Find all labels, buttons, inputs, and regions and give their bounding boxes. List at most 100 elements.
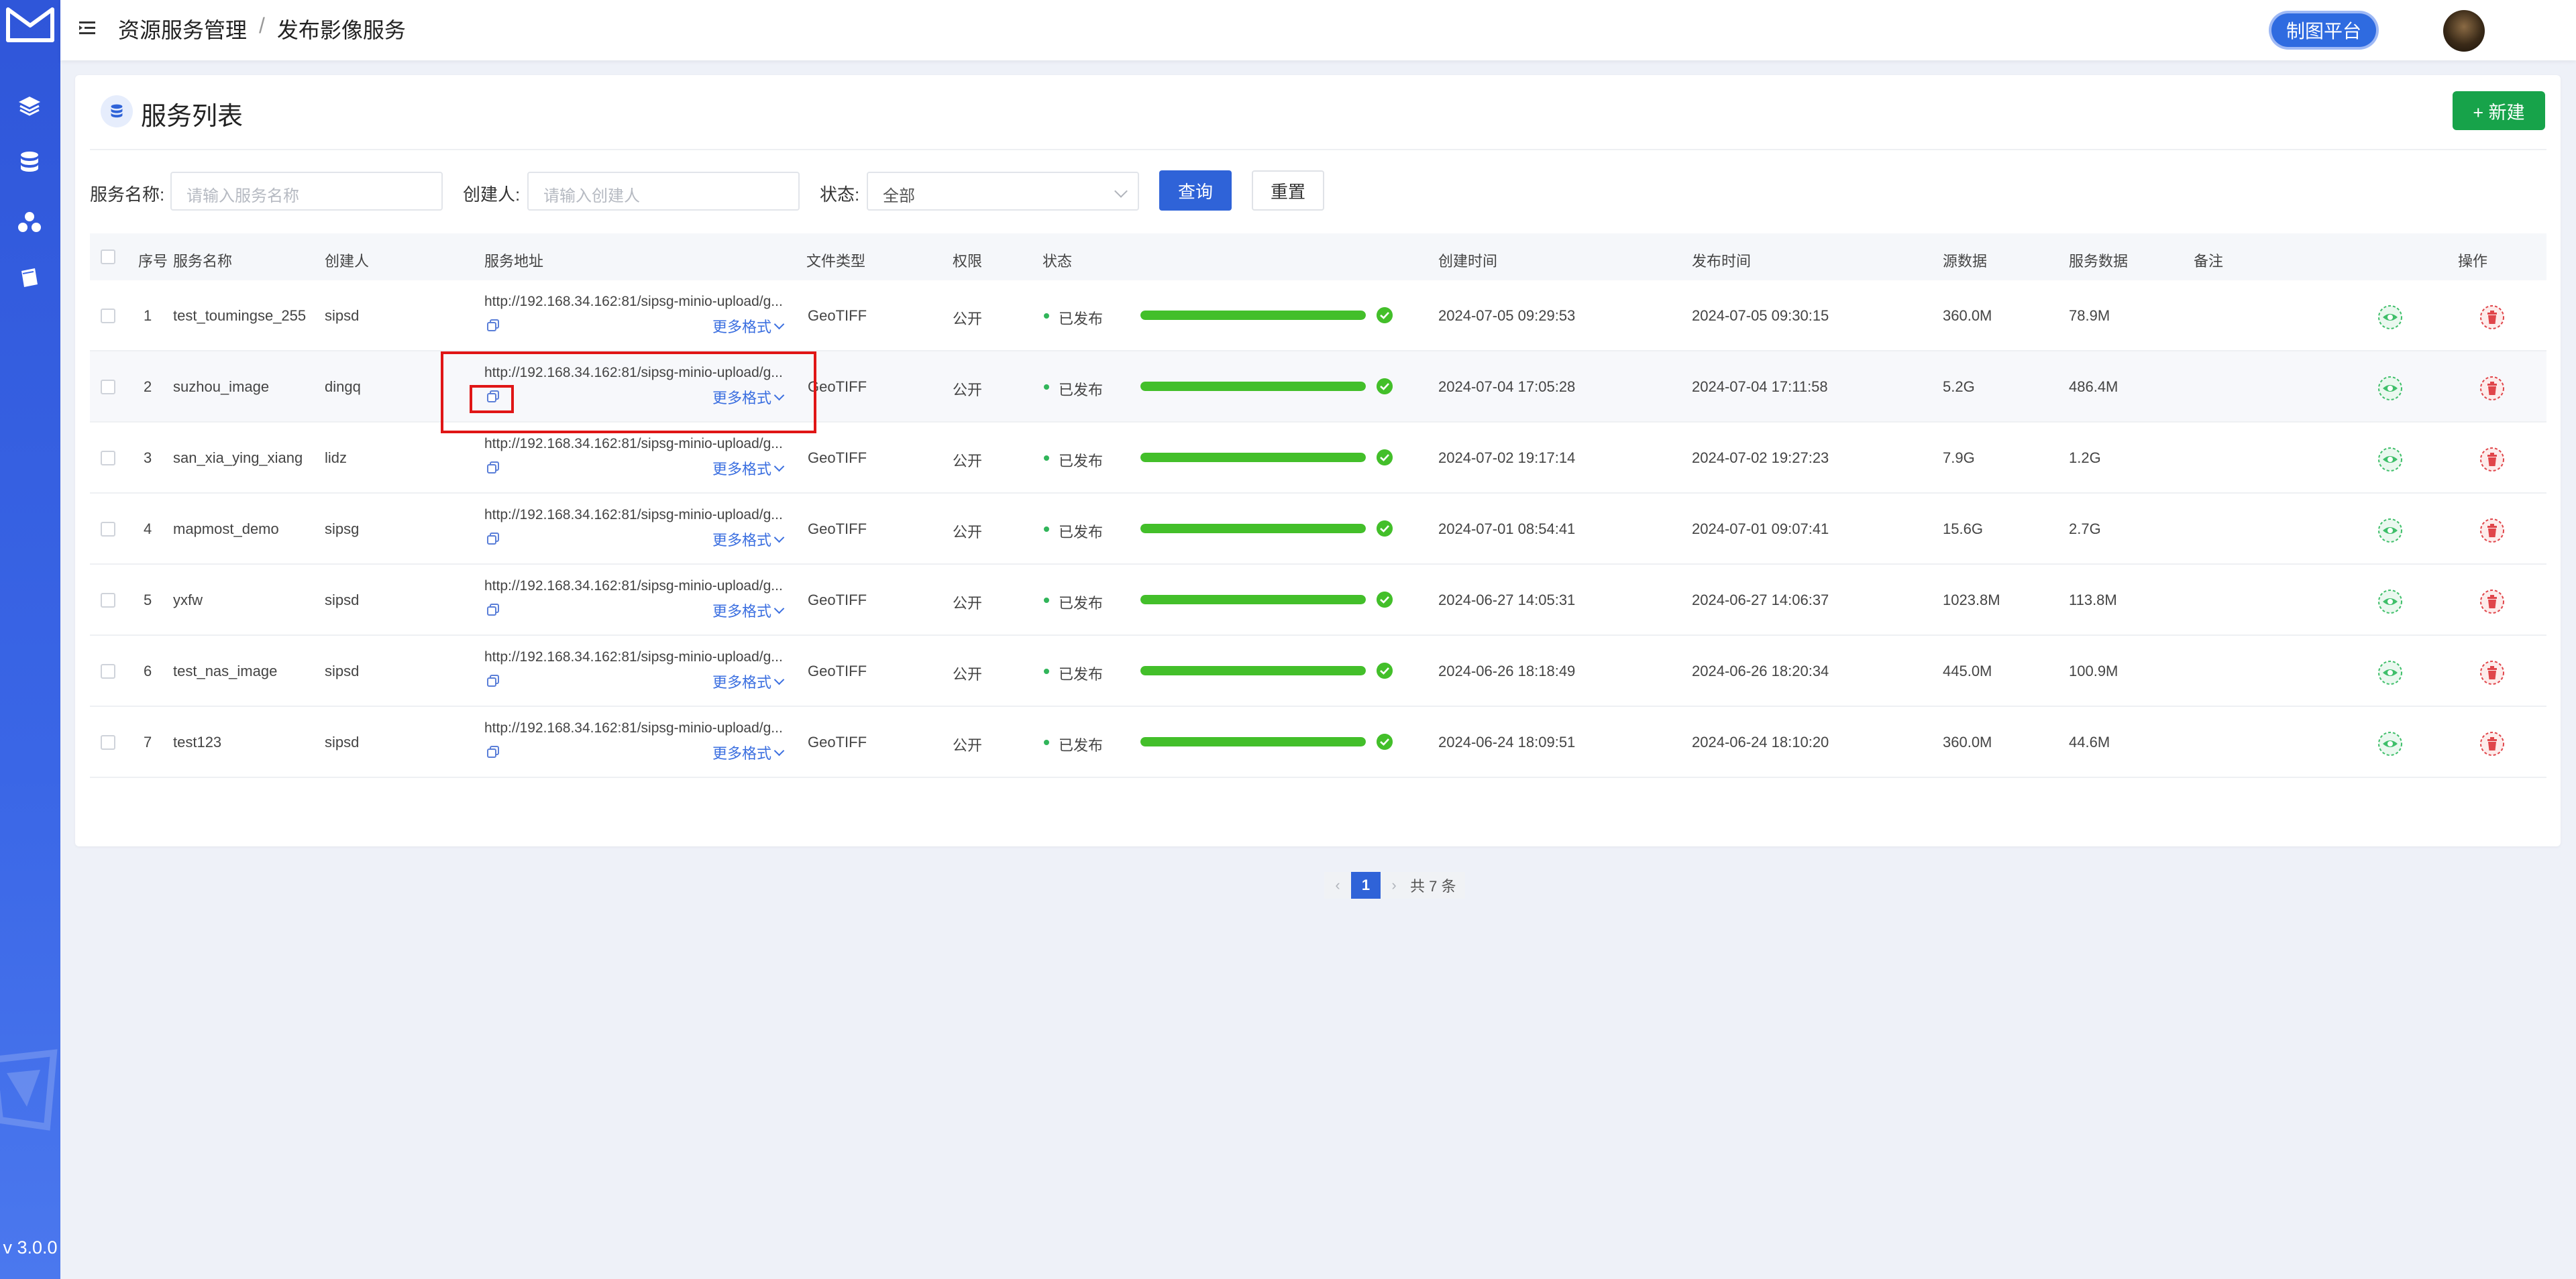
row-service-data: 113.8M [2069,592,2117,608]
sidebar: v 3.0.0 [0,0,60,1279]
row-created-time: 2024-07-02 19:17:14 [1438,449,1576,466]
col-source-data: 源数据 [1943,253,1988,270]
layers-icon[interactable] [16,93,43,119]
trash-icon[interactable] [2479,518,2505,543]
row-file-type: GeoTIFF [808,378,867,395]
row-checkbox[interactable] [101,664,115,679]
publish-progress-bar [1140,737,1366,746]
copy-icon[interactable] [486,531,500,546]
trash-icon[interactable] [2479,589,2505,614]
row-source-data: 1023.8M [1943,592,2000,608]
row-service-name: suzhou_image [173,378,270,395]
menu-fold-icon[interactable] [76,17,98,39]
row-creator: sipsd [325,592,360,608]
status-dot [1044,455,1049,461]
row-created-time: 2024-07-05 09:29:53 [1438,307,1576,324]
row-permission: 公开 [953,524,983,541]
row-checkbox[interactable] [101,735,115,750]
breadcrumb-item-resource[interactable]: 资源服务管理 [118,13,247,44]
creator-label: 创建人: [463,184,521,205]
service-name-label: 服务名称: [90,184,165,205]
check-circle-icon [1377,663,1393,679]
eye-icon[interactable] [2377,447,2403,472]
next-page-button[interactable]: › [1381,872,1407,899]
eye-icon[interactable] [2377,304,2403,330]
more-formats-dropdown[interactable]: 更多格式 [712,529,785,550]
user-avatar[interactable] [2443,10,2485,52]
eye-icon[interactable] [2377,589,2403,614]
service-name-placeholder: 请输入服务名称 [186,187,299,205]
row-permission: 公开 [953,382,983,398]
row-created-time: 2024-06-26 18:18:49 [1438,663,1576,679]
row-source-data: 445.0M [1943,663,1992,679]
check-circle-icon [1377,592,1393,608]
row-index: 4 [144,520,152,537]
col-creator: 创建人 [325,253,370,270]
prev-page-button[interactable]: ‹ [1324,872,1351,899]
row-source-data: 5.2G [1943,378,1975,395]
trash-icon[interactable] [2479,376,2505,401]
check-circle-icon [1377,449,1393,465]
more-formats-dropdown[interactable]: 更多格式 [712,600,785,621]
trash-icon[interactable] [2479,731,2505,757]
publish-progress-fill [1140,524,1366,533]
more-formats-dropdown[interactable]: 更多格式 [712,742,785,763]
select-all-checkbox[interactable] [101,249,115,264]
eye-icon[interactable] [2377,731,2403,757]
eye-icon[interactable] [2377,376,2403,401]
row-published-time: 2024-07-05 09:30:15 [1692,307,1829,324]
status-select[interactable]: 全部 [867,172,1139,211]
trash-icon[interactable] [2479,660,2505,685]
cluster-icon[interactable] [16,209,43,236]
copy-icon[interactable] [486,744,500,759]
more-formats-label: 更多格式 [712,461,772,478]
publish-progress-fill [1140,595,1366,604]
copy-icon[interactable] [486,460,500,475]
row-permission: 公开 [953,666,983,683]
app-logo-icon[interactable] [5,4,55,44]
check-circle-icon [1377,734,1393,750]
copy-icon[interactable] [486,673,500,688]
trash-icon[interactable] [2479,447,2505,472]
total-count: 共 7 条 [1407,872,1466,899]
eye-icon[interactable] [2377,518,2403,543]
row-index: 2 [144,378,152,395]
creator-input[interactable]: 请输入创建人 [527,172,800,211]
app-version: v 3.0.0 [3,1237,58,1258]
copy-icon[interactable] [486,318,500,333]
copy-icon[interactable] [486,602,500,617]
more-formats-dropdown[interactable]: 更多格式 [712,671,785,692]
more-formats-dropdown[interactable]: 更多格式 [712,457,785,479]
more-formats-label: 更多格式 [712,319,772,335]
more-formats-dropdown[interactable]: 更多格式 [712,315,785,337]
eye-icon[interactable] [2377,660,2403,685]
row-checkbox[interactable] [101,451,115,465]
service-name-input[interactable]: 请输入服务名称 [170,172,443,211]
new-service-button[interactable]: + 新建 [2453,91,2545,130]
row-service-data: 44.6M [2069,734,2110,750]
trash-icon[interactable] [2479,304,2505,330]
col-permission: 权限 [953,253,983,270]
row-checkbox[interactable] [101,309,115,323]
query-button[interactable]: 查询 [1159,170,1232,211]
publish-progress-fill [1140,737,1366,746]
publish-progress-bar [1140,595,1366,604]
service-list-card: 服务列表 + 新建 服务名称: 请输入服务名称 创建人: 请输入创建人 状态: … [75,75,2561,899]
chevron-down-icon [773,745,785,756]
reset-button[interactable]: 重置 [1252,170,1324,211]
row-published-time: 2024-07-01 09:07:41 [1692,520,1829,537]
book-icon[interactable] [16,264,43,291]
pagination: ‹ 1 › 共 7 条 [1324,872,1466,899]
row-checkbox[interactable] [101,522,115,537]
status-dot [1044,669,1049,674]
page-1-button[interactable]: 1 [1351,872,1381,899]
row-creator: sipsg [325,520,360,537]
row-checkbox[interactable] [101,593,115,608]
mapping-platform-button[interactable]: 制图平台 [2271,13,2376,47]
row-checkbox[interactable] [101,380,115,394]
publish-progress-fill [1140,666,1366,675]
row-file-type: GeoTIFF [808,734,867,750]
creator-placeholder: 请输入创建人 [543,187,640,205]
row-published-time: 2024-06-27 14:06:37 [1692,592,1829,608]
database-icon[interactable] [16,149,43,176]
